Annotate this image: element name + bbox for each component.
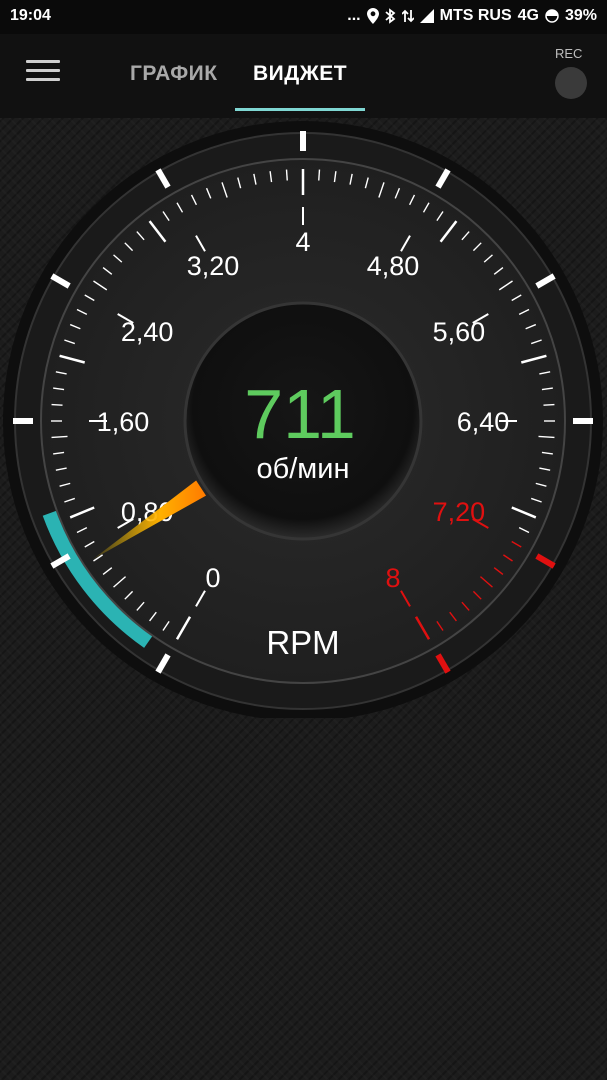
status-network: 4G [517,7,539,24]
minor-tick [543,403,555,406]
rpm-unit: об/мин [257,453,350,485]
signal-icon [419,9,434,23]
tab-widget[interactable]: ВИДЖЕТ [253,62,347,86]
minor-tick [318,169,321,181]
status-dots: ... [347,7,361,24]
record-button[interactable] [555,67,587,99]
scale-label: 4 [295,227,310,257]
gauge-title: RPM [266,624,339,661]
scale-label: 0 [205,563,220,593]
minor-tick [285,169,288,181]
rec-label: REC [555,46,583,61]
rpm-value: 711 [244,375,356,453]
data-transfer-icon [401,9,414,23]
status-carrier: MTS RUS [439,7,512,24]
scale-label: 6,40 [457,407,510,437]
scale-label: 5,60 [433,317,486,347]
active-tab-indicator [235,108,365,111]
battery-icon [545,9,559,23]
status-icons: ... MTS RUS 4G 39% [347,7,597,25]
scale-label: 1,60 [97,407,150,437]
tab-graph[interactable]: ГРАФИК [130,62,218,86]
scale-label: 8 [385,563,400,593]
location-icon [366,8,379,24]
status-battery: 39% [564,7,597,24]
scale-label: 2,40 [121,317,174,347]
scale-label: 3,20 [187,251,240,281]
menu-icon[interactable] [26,60,60,88]
app-bar: ГРАФИК ВИДЖЕТ REC [0,34,607,118]
bluetooth-icon [385,8,396,24]
status-bar: 19:04 ... MTS RUS 4G 39% [0,0,607,34]
status-time: 19:04 [10,7,51,24]
rpm-gauge: 00,801,602,403,2044,805,606,407,208 711 … [3,121,603,718]
scale-label: 7,20 [433,497,486,527]
minor-tick [51,403,63,406]
scale-label: 4,80 [367,251,420,281]
